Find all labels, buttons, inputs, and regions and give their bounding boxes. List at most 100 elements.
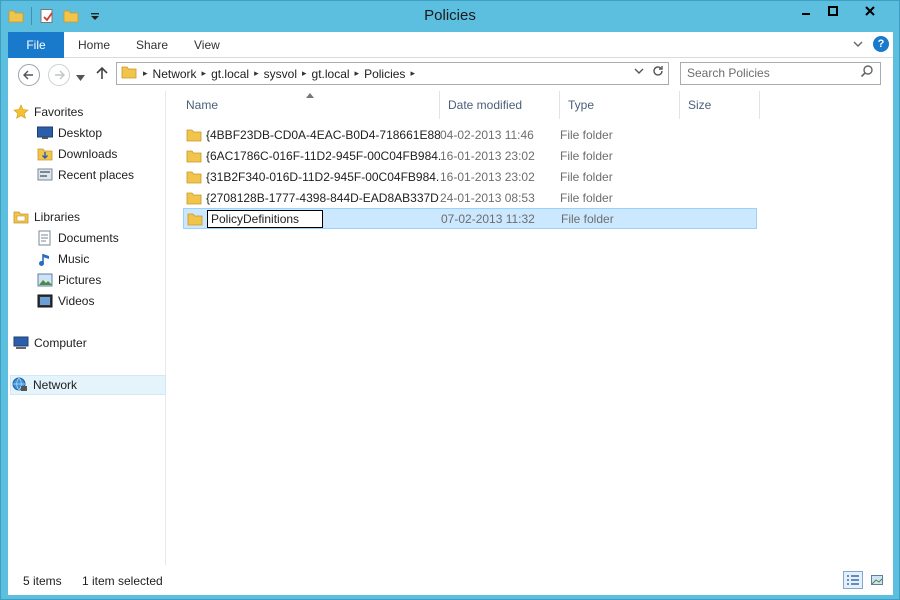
file-row[interactable]: {31B2F340-016D-11D2-945F-00C04FB984... 1… (183, 166, 757, 187)
nav-network-label: Network (33, 378, 78, 392)
ribbon-tabs: File Home Share View ? (8, 32, 893, 58)
nav-videos[interactable]: Videos (36, 291, 166, 311)
folder-icon (186, 170, 204, 184)
file-list: Name Date modified Type Size {4BBF23DB-C… (178, 91, 893, 565)
details-view-button[interactable] (843, 571, 863, 589)
breadcrumb-gt-local-2[interactable]: gt.local (307, 67, 355, 81)
nav-recent-places-label: Recent places (58, 168, 135, 182)
music-icon (36, 251, 54, 267)
nav-desktop-label: Desktop (58, 126, 103, 140)
file-row-selected[interactable]: PolicyDefinitions 07-02-2013 11:32 File … (183, 208, 757, 229)
back-button[interactable] (18, 64, 40, 86)
nav-libraries-label: Libraries (34, 210, 81, 224)
chevron-right-icon[interactable]: ▸ (410, 68, 415, 79)
nav-recent-places[interactable]: Recent places (36, 165, 166, 185)
network-icon (11, 377, 29, 393)
file-date: 16-01-2013 23:02 (440, 148, 535, 163)
star-icon (12, 104, 30, 120)
nav-network[interactable]: Network (10, 375, 166, 395)
videos-icon (36, 293, 54, 309)
desktop-icon (36, 125, 54, 141)
file-row[interactable]: {4BBF23DB-CD0A-4EAC-B0D4-718661E88... 04… (183, 124, 757, 145)
window-controls (793, 1, 893, 21)
file-type: File folder (560, 127, 613, 142)
breadcrumb-network[interactable]: Network (148, 67, 202, 81)
nav-music[interactable]: Music (36, 249, 166, 269)
file-name: {2708128B-1777-4398-844D-EAD8AB337D... (206, 190, 440, 205)
nav-pictures-label: Pictures (58, 273, 102, 287)
folder-icon (187, 212, 205, 226)
nav-favorites[interactable]: Favorites (12, 102, 166, 122)
nav-downloads[interactable]: Downloads (36, 144, 166, 164)
file-date: 16-01-2013 23:02 (440, 169, 535, 184)
close-button[interactable] (847, 1, 893, 21)
breadcrumb-gt-local[interactable]: gt.local (206, 67, 254, 81)
file-type: File folder (560, 148, 613, 163)
tab-file[interactable]: File (8, 32, 64, 58)
nav-pictures[interactable]: Pictures (36, 270, 166, 290)
status-bar: 5 items 1 item selected (8, 565, 893, 595)
file-date: 04-02-2013 11:46 (440, 127, 534, 142)
window-title: Policies (424, 7, 476, 24)
address-dropdown-icon[interactable] (634, 65, 644, 80)
up-button[interactable] (96, 66, 108, 83)
nav-videos-label: Videos (58, 294, 95, 308)
minimize-button[interactable] (793, 1, 819, 21)
documents-icon (36, 230, 54, 246)
forward-button[interactable] (48, 64, 70, 86)
pictures-icon (36, 272, 54, 288)
expand-ribbon-icon[interactable] (853, 37, 863, 51)
navigation-bar: ▸ Network ▸ gt.local ▸ sysvol ▸ gt.local… (8, 58, 893, 91)
file-date: 24-01-2013 08:53 (440, 190, 535, 205)
downloads-icon (36, 146, 54, 162)
explorer-window: Policies File Home Share View ? ▸ Networ… (0, 0, 900, 600)
nav-computer[interactable]: Computer (12, 333, 166, 353)
file-type: File folder (560, 169, 613, 184)
nav-desktop[interactable]: Desktop (36, 123, 166, 143)
recent-places-icon (36, 167, 54, 183)
search-input[interactable]: Search Policies (680, 62, 881, 85)
tab-home[interactable]: Home (64, 32, 124, 58)
tab-view[interactable]: View (180, 32, 234, 58)
folder-icon (186, 191, 204, 205)
refresh-icon[interactable] (652, 65, 664, 80)
file-row[interactable]: {6AC1786C-016F-11D2-945F-00C04FB984... 1… (183, 145, 757, 166)
column-header-date[interactable]: Date modified (440, 91, 560, 119)
folder-icon (186, 128, 204, 142)
nav-documents[interactable]: Documents (36, 228, 166, 248)
nav-downloads-label: Downloads (58, 147, 118, 161)
tab-share[interactable]: Share (122, 32, 182, 58)
content-area: Favorites Desktop Downloads Recent place… (8, 91, 893, 565)
libraries-icon (12, 209, 30, 225)
maximize-button[interactable] (820, 1, 846, 21)
selection-count: 1 item selected (82, 574, 163, 588)
nav-computer-label: Computer (34, 336, 87, 350)
nav-documents-label: Documents (58, 231, 119, 245)
address-bar[interactable]: ▸ Network ▸ gt.local ▸ sysvol ▸ gt.local… (116, 62, 669, 85)
item-count: 5 items (23, 574, 62, 588)
navigation-pane: Favorites Desktop Downloads Recent place… (8, 91, 166, 565)
file-type: File folder (561, 211, 614, 226)
large-icons-view-button[interactable] (867, 571, 887, 589)
search-icon[interactable] (860, 64, 874, 85)
file-name: {4BBF23DB-CD0A-4EAC-B0D4-718661E88... (206, 127, 440, 142)
breadcrumb-sysvol[interactable]: sysvol (259, 67, 302, 81)
column-header-size[interactable]: Size (680, 91, 760, 119)
nav-music-label: Music (58, 252, 90, 266)
file-row[interactable]: {2708128B-1777-4398-844D-EAD8AB337D... 2… (183, 187, 757, 208)
breadcrumb-policies[interactable]: Policies (359, 67, 410, 81)
recent-locations-icon[interactable] (76, 70, 85, 84)
file-name: {6AC1786C-016F-11D2-945F-00C04FB984... (206, 148, 440, 163)
file-type: File folder (560, 190, 613, 205)
address-folder-icon (121, 65, 137, 82)
nav-libraries[interactable]: Libraries (12, 207, 166, 227)
folder-icon (186, 149, 204, 163)
help-icon[interactable]: ? (873, 36, 889, 52)
file-name: {31B2F340-016D-11D2-945F-00C04FB984... (206, 169, 440, 184)
title-bar: Policies (1, 1, 899, 31)
column-header-type[interactable]: Type (560, 91, 680, 119)
rename-input[interactable]: PolicyDefinitions (207, 209, 323, 228)
column-header-name[interactable]: Name (178, 91, 440, 119)
search-placeholder: Search Policies (687, 66, 770, 80)
computer-icon (12, 335, 30, 351)
